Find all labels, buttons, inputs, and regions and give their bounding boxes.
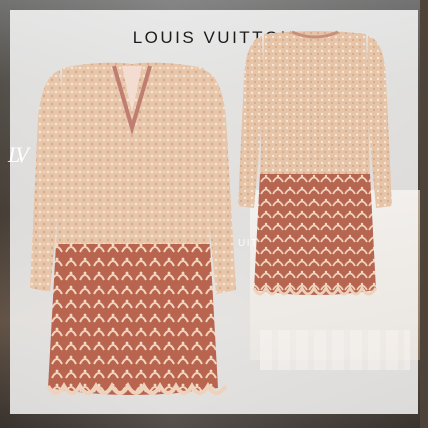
back-skirt xyxy=(254,174,376,295)
product-image-frame: LV UITTON LOUIS VUITTON xyxy=(0,0,428,428)
dress-front-icon xyxy=(30,62,236,395)
image-edge-strip xyxy=(420,0,428,428)
back-bodice xyxy=(260,31,370,178)
dress-back-icon xyxy=(238,30,392,296)
front-skirt xyxy=(48,244,218,395)
